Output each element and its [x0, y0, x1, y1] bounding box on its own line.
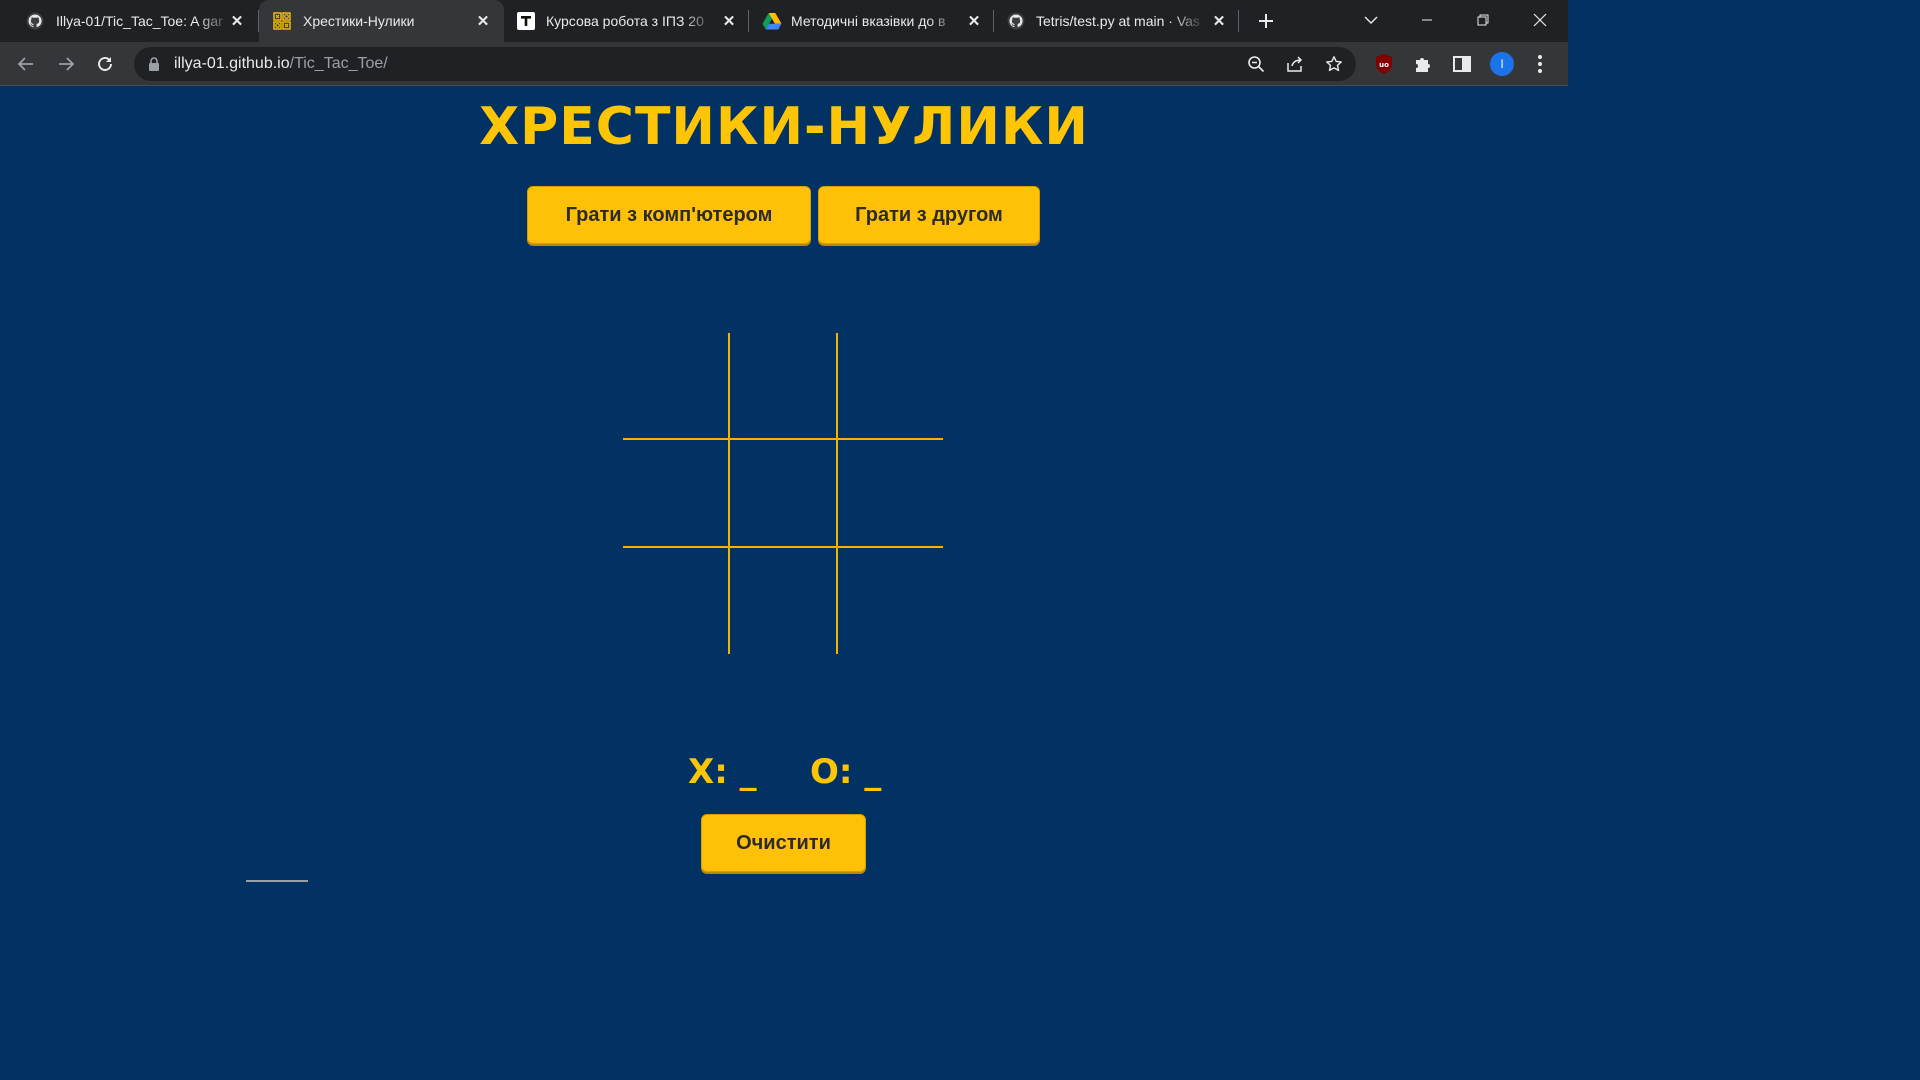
board-cell-3[interactable]: [837, 333, 943, 439]
side-panel-icon[interactable]: [1451, 53, 1473, 75]
tab-strip: Illya-01/Tic_Tac_Toe: A gar ✕ Хрестики-Н…: [0, 0, 1568, 42]
google-drive-icon: [762, 12, 782, 30]
new-tab-button[interactable]: [1252, 8, 1280, 34]
game-board: [623, 333, 943, 654]
puzzle-icon[interactable]: [1412, 53, 1434, 75]
tab-kursova-robota[interactable]: Курсова робота з ІПЗ 20 ✕: [505, 0, 747, 42]
board-cell-5[interactable]: [730, 440, 836, 546]
board-cell-8[interactable]: [730, 547, 836, 653]
reload-icon: [98, 57, 112, 71]
restore-icon: [1477, 14, 1489, 26]
grid-line-horizontal: [623, 438, 943, 440]
close-icon[interactable]: ✕: [227, 11, 247, 31]
grid-line-vertical: [728, 333, 730, 654]
arrow-left-icon: [17, 57, 33, 71]
browser-toolbar: illya-01.github.io/Tic_Tac_Toe/ uo I: [0, 42, 1568, 86]
plus-icon: [1259, 14, 1273, 28]
reload-button[interactable]: [91, 50, 119, 78]
score-x-value: _: [739, 752, 757, 792]
back-button[interactable]: [12, 50, 40, 78]
score-o: O: _: [810, 752, 881, 792]
tab-title: Хрестики-Нулики: [303, 13, 415, 29]
tab-metodychni-vkazivky[interactable]: Методичні вказівки до в ✕: [750, 0, 992, 42]
tab-title: Tetris/test.py at main · Vas: [1036, 13, 1200, 29]
scrollbar-thumb[interactable]: [246, 880, 308, 882]
score-x-label: X:: [688, 752, 728, 792]
url-host: illya-01.github.io: [174, 55, 290, 72]
typora-t-icon: [517, 12, 535, 30]
tab-tic-tac-toe[interactable]: Хрестики-Нулики ✕: [259, 0, 504, 42]
board-cell-1[interactable]: [623, 333, 729, 439]
play-friend-button[interactable]: Грати з другом: [818, 186, 1040, 244]
profile-avatar[interactable]: I: [1490, 52, 1514, 76]
minimize-icon: [1422, 19, 1432, 21]
menu-icon[interactable]: [1531, 53, 1549, 75]
score-o-label: O:: [810, 752, 853, 792]
star-icon[interactable]: [1324, 54, 1344, 74]
clear-button[interactable]: Очистити: [701, 814, 866, 872]
minimize-button[interactable]: [1399, 0, 1455, 40]
github-icon: [26, 12, 44, 30]
svg-text:uo: uo: [1379, 61, 1389, 69]
play-computer-button[interactable]: Грати з комп'ютером: [527, 186, 811, 244]
url-path: /Tic_Tac_Toe/: [289, 55, 388, 72]
board-cell-9[interactable]: [837, 547, 943, 653]
tab-separator: [1238, 10, 1239, 32]
tab-separator: [748, 10, 749, 32]
github-icon: [1007, 12, 1025, 30]
ublock-icon[interactable]: uo: [1373, 53, 1395, 75]
arrow-right-icon: [59, 57, 75, 71]
page-title: ХРЕСТИКИ-НУЛИКИ: [479, 97, 1089, 157]
tab-separator: [993, 10, 994, 32]
board-cell-6[interactable]: [837, 440, 943, 546]
share-icon[interactable]: [1285, 54, 1305, 74]
game-page: ХРЕСТИКИ-НУЛИКИ Грати з комп'ютером Грат…: [0, 87, 1568, 882]
forward-button[interactable]: [52, 50, 80, 78]
tab-github-tic-tac-toe[interactable]: Illya-01/Tic_Tac_Toe: A gar ✕: [12, 0, 256, 42]
chevron-down-icon: [1364, 16, 1378, 24]
address-bar[interactable]: illya-01.github.io/Tic_Tac_Toe/: [134, 47, 1356, 81]
score-o-value: _: [864, 752, 882, 792]
board-cell-7[interactable]: [623, 547, 729, 653]
tab-tetris-test[interactable]: Tetris/test.py at main · Vas ✕: [995, 0, 1237, 42]
board-cell-4[interactable]: [623, 440, 729, 546]
close-icon[interactable]: ✕: [719, 11, 739, 31]
grid-line-horizontal: [623, 546, 943, 548]
tictactoe-icon: [273, 12, 291, 30]
tab-search-button[interactable]: [1343, 0, 1399, 40]
tab-title: Illya-01/Tic_Tac_Toe: A gar: [56, 13, 223, 29]
grid-line-vertical: [836, 333, 838, 654]
close-icon[interactable]: ✕: [473, 11, 493, 31]
close-window-button[interactable]: [1512, 0, 1568, 40]
url-text[interactable]: illya-01.github.io/Tic_Tac_Toe/: [174, 55, 388, 73]
close-icon[interactable]: ✕: [964, 11, 984, 31]
tab-title: Методичні вказівки до в: [791, 13, 946, 29]
restore-button[interactable]: [1455, 0, 1511, 40]
tab-title: Курсова робота з ІПЗ 20: [546, 13, 704, 29]
close-icon: [1533, 13, 1547, 27]
zoom-icon[interactable]: [1246, 54, 1266, 74]
close-icon[interactable]: ✕: [1209, 11, 1229, 31]
board-cell-2[interactable]: [730, 333, 836, 439]
score-x: X: _: [688, 752, 757, 792]
lock-icon: [148, 57, 160, 76]
